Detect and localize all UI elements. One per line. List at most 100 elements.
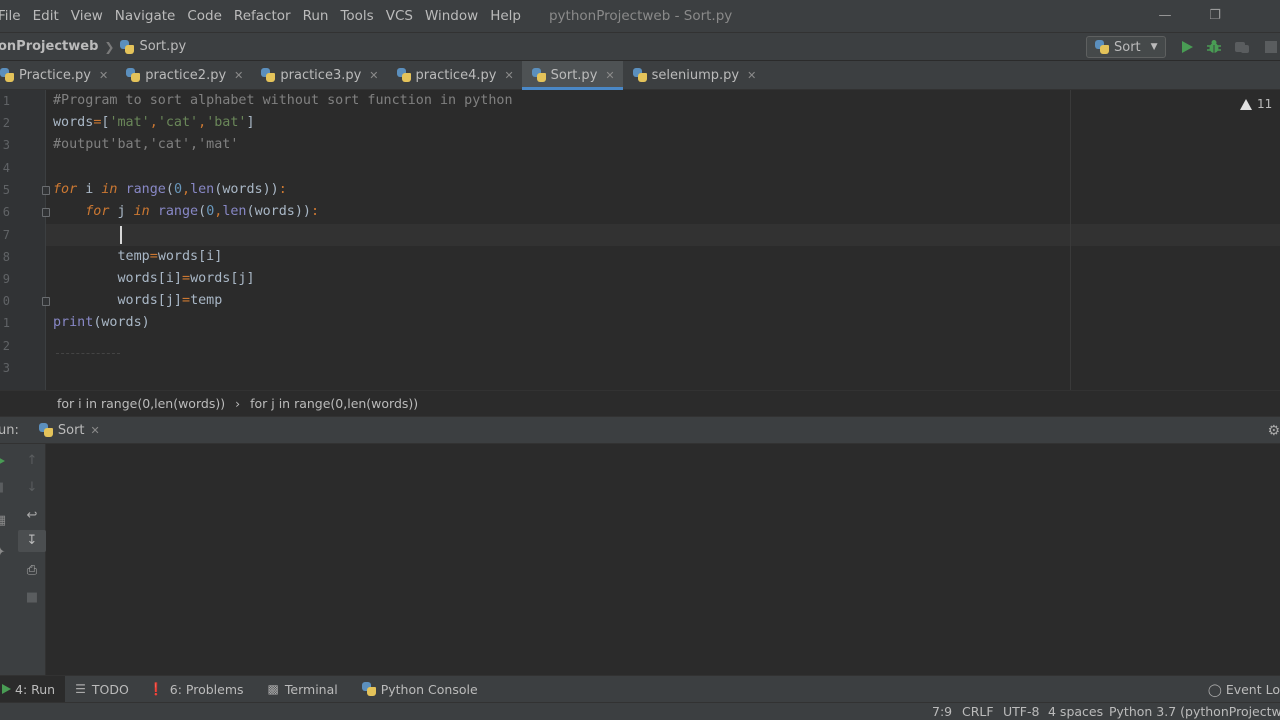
keyword: in [101,182,118,197]
rerun-icon[interactable] [0,453,8,469]
close-window-icon[interactable] [1240,0,1280,32]
python-file-icon [531,68,546,82]
run-tab-label: Sort [57,422,85,438]
file-encoding[interactable]: UTF-8 [1003,703,1039,720]
arrow-up-icon[interactable]: ↑ [24,453,40,469]
project-crumb[interactable]: onProjectweb [0,39,98,54]
warnings-indicator[interactable]: 11 [1240,97,1272,111]
tab-label: Sort.py [550,67,598,83]
info-icon: ❗ [148,682,164,696]
close-icon[interactable]: ✕ [605,69,614,82]
line-number: 9 [2,272,10,286]
tool-event-log[interactable]: ◯ Event Lo [1208,676,1280,703]
code-editor[interactable]: 1 2 3 4 5 6 7 8 9 0 1 2 3 #Program to so… [0,90,1280,390]
identifier: (words) [93,315,150,330]
list-icon: ☰ [75,682,86,696]
identifier: j [109,204,134,219]
run-with-coverage-icon[interactable] [1234,39,1250,55]
menu-view[interactable]: View [65,0,109,32]
menu-run[interactable]: Run [297,0,335,32]
line-number: 2 [2,116,10,130]
tool-problems[interactable]: ❗ 6: Problems [139,676,254,703]
run-tab-sort[interactable]: Sort ✕ [38,422,100,438]
scroll-to-end-icon[interactable]: ↧ [18,530,46,552]
warning-count: 11 [1257,97,1273,111]
tab-practice2[interactable]: practice2.py ✕ [116,61,251,89]
breadcrumb-item[interactable]: for j in range(0,len(words)) [250,396,418,411]
menu-file[interactable]: File [0,0,27,32]
pin-icon[interactable]: ✦ [0,545,8,561]
tool-terminal[interactable]: ▩ Terminal [254,676,348,703]
editor-tabs: Practice.py ✕ practice2.py ✕ practice3.p… [0,61,1280,90]
restore-icon[interactable]: ❐ [1190,0,1240,32]
print-icon[interactable]: ⎙ [24,563,40,579]
menu-window[interactable]: Window [419,0,484,32]
line-number: 5 [2,183,10,197]
trash-icon[interactable]: ■ [24,590,40,606]
builtin: range [125,182,166,197]
string-literal: 'bat' [206,115,247,130]
line-separator[interactable]: CRLF [962,703,994,720]
tool-problems-label: 6: Problems [169,681,244,697]
close-icon[interactable]: ✕ [369,69,378,82]
line-divider [56,353,120,354]
debug-icon[interactable] [1206,39,1222,55]
run-console-output[interactable] [46,444,1280,675]
tool-run[interactable]: 4: Run [0,675,66,703]
tab-sort[interactable]: Sort.py ✕ [521,61,623,90]
string-literal: 'cat' [157,115,199,130]
fold-marker-icon[interactable] [42,186,50,195]
menu-navigate[interactable]: Navigate [109,0,182,32]
caret-position[interactable]: 7:9 [932,703,952,720]
code-line-8: temp=words[i] [117,249,223,264]
code-line-3: #output'bat,'cat','mat' [53,134,238,156]
tool-event-log-label: Event Lo [1225,682,1280,697]
fold-marker-icon[interactable] [42,297,50,306]
menu-edit[interactable]: Edit [27,0,65,32]
fold-marker-icon[interactable] [42,208,50,217]
stop-icon[interactable] [1263,39,1279,55]
code-line-5: for i in range(0,len(words)): [53,182,287,197]
close-icon[interactable]: ✕ [234,69,243,82]
minimize-icon[interactable]: — [1140,0,1190,32]
tab-practice[interactable]: Practice.py ✕ [0,61,116,89]
close-icon[interactable]: ✕ [747,69,756,82]
tab-practice4[interactable]: practice4.py ✕ [387,61,522,89]
file-crumb[interactable]: Sort.py [120,39,186,54]
text-caret [120,226,122,244]
menu-code[interactable]: Code [181,0,228,32]
run-configuration-label: Sort [1114,39,1141,55]
breadcrumb-item[interactable]: for i in range(0,len(words)) [57,396,225,411]
soft-wrap-icon[interactable]: ↩ [24,508,40,524]
chevron-right-icon: › [235,396,241,411]
right-margin-guide [1070,90,1071,390]
indent-setting[interactable]: 4 spaces [1048,703,1103,720]
identifier: words [53,115,94,130]
tab-label: practice4.py [415,67,497,83]
tool-window-bar: 4: Run ☰ TODO ❗ 6: Problems ▩ Terminal P… [0,675,1280,703]
python-file-icon [126,68,141,82]
arrow-down-icon[interactable]: ↓ [24,480,40,496]
menu-help[interactable]: Help [484,0,527,32]
tab-practice3[interactable]: practice3.py ✕ [251,61,386,89]
close-icon[interactable]: ✕ [99,69,108,82]
tab-label: seleniump.py [651,67,740,83]
tool-todo[interactable]: ☰ TODO [65,676,139,703]
close-icon[interactable]: ✕ [91,424,100,437]
identifier: words [254,204,295,219]
menu-refactor[interactable]: Refactor [228,0,297,32]
tab-seleniump[interactable]: seleniump.py ✕ [623,61,765,89]
line-gutter: 1 2 3 4 5 6 7 8 9 0 1 2 3 [0,90,50,390]
run-configuration-select[interactable]: Sort ▼ [1086,36,1166,58]
menu-tools[interactable]: Tools [334,0,379,32]
run-icon[interactable] [1179,39,1195,55]
comment: #output'bat,'cat','mat' [53,137,239,152]
stop-icon[interactable]: ■ [0,480,6,496]
tool-python-console[interactable]: Python Console [348,676,488,703]
close-icon[interactable]: ✕ [504,69,513,82]
layout-icon[interactable]: ▦ [0,513,8,529]
python-interpreter[interactable]: Python 3.7 (pythonProjectweb) [1109,703,1280,720]
menu-vcs[interactable]: VCS [380,0,419,32]
gear-icon[interactable]: ⚙ [1267,423,1280,439]
status-bar: 7:9 CRLF UTF-8 4 spaces Python 3.7 (pyth… [0,702,1280,720]
